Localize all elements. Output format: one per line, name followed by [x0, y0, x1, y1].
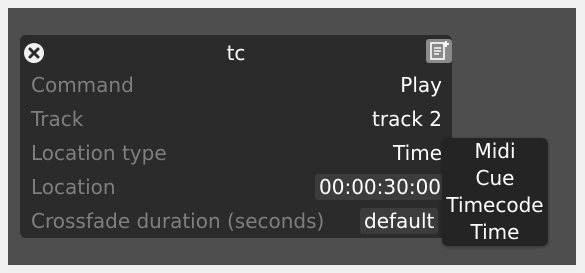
row-track: Track track 2 [20, 103, 452, 137]
dropdown-option-midi[interactable]: Midi [442, 138, 548, 165]
row-location-type: Location type Time [20, 137, 452, 171]
track-value[interactable]: track 2 [372, 105, 442, 133]
panel-titlebar: tc [20, 35, 452, 69]
location-label: Location [31, 175, 116, 199]
dropdown-option-timecode[interactable]: Timecode [442, 192, 548, 219]
command-value[interactable]: Play [400, 71, 442, 99]
canvas: tc Command Play Track track 2 Location t… [8, 8, 576, 265]
row-crossfade-duration: Crossfade duration (seconds) default [20, 205, 452, 239]
crossfade-duration-input[interactable]: default [360, 208, 439, 234]
location-type-label: Location type [31, 141, 167, 165]
location-input[interactable]: 00:00:30:00 [315, 174, 446, 200]
cue-panel: tc Command Play Track track 2 Location t… [20, 35, 452, 238]
location-type-dropdown: Midi Cue Timecode Time [442, 138, 548, 246]
command-label: Command [31, 73, 134, 97]
dropdown-option-cue[interactable]: Cue [442, 165, 548, 192]
track-label: Track [31, 107, 84, 131]
panel-title: tc [226, 41, 246, 65]
dropdown-option-time[interactable]: Time [442, 219, 548, 246]
crossfade-duration-label: Crossfade duration (seconds) [31, 209, 325, 233]
location-type-select[interactable]: Time [393, 139, 442, 167]
add-note-icon[interactable] [426, 39, 452, 63]
row-command: Command Play [20, 69, 452, 103]
row-location: Location 00:00:30:00 [20, 171, 452, 205]
